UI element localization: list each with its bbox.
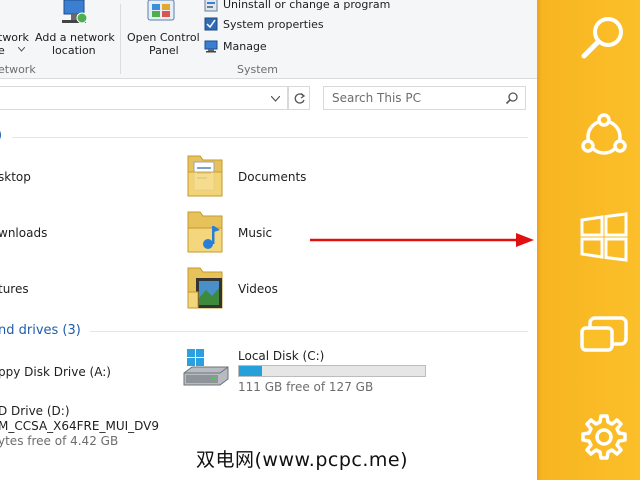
address-bar[interactable]	[0, 86, 288, 110]
control-panel-icon	[147, 0, 175, 21]
add-network-label-1: Add a network	[35, 31, 115, 44]
search-icon[interactable]	[505, 91, 519, 105]
folders-section-header[interactable]: )	[0, 128, 2, 143]
map-network-drive-label-1: twork	[0, 31, 29, 44]
floppy-drive[interactable]: ppy Disk Drive (A:)	[0, 365, 111, 379]
refresh-icon	[294, 93, 306, 104]
share-icon	[581, 113, 627, 155]
videos-folder-icon	[187, 267, 223, 309]
dvd-volume-label: M_CCSA_X64FRE_MUI_DV9	[0, 419, 160, 433]
devices-icon	[580, 316, 628, 352]
charm-share[interactable]	[574, 106, 634, 166]
charm-start[interactable]	[574, 206, 634, 266]
folder-videos[interactable]: Videos	[184, 262, 334, 314]
local-disk-c[interactable]: Local Disk (C:) 111 GB free of 127 GB	[182, 345, 432, 394]
dvd-drive-label: D Drive (D:)	[0, 404, 70, 418]
add-network-label-2: location	[52, 44, 96, 57]
charms-bar	[537, 0, 640, 480]
map-network-drive-label-2: e	[0, 44, 5, 57]
add-network-location-button[interactable]: Add a network location	[34, 0, 115, 60]
drives-section-header[interactable]: nd drives (3)	[0, 323, 81, 338]
local-disk-free-space: 111 GB free of 127 GB	[238, 380, 374, 394]
hard-drive-icon	[183, 349, 229, 386]
documents-folder-icon	[187, 155, 223, 197]
system-group-label: System	[237, 63, 279, 76]
local-disk-label: Local Disk (C:)	[238, 349, 325, 363]
uninstall-label: Uninstall or change a program	[223, 0, 391, 11]
open-control-panel-button[interactable]: Open Control Panel	[124, 0, 202, 60]
search-icon	[581, 17, 623, 59]
folder-pictures[interactable]: tures	[0, 282, 29, 296]
charm-settings[interactable]	[574, 406, 634, 466]
network-group-label: etwork	[0, 63, 36, 76]
disk-usage-bar	[238, 365, 426, 377]
system-properties-icon	[204, 17, 218, 31]
refresh-button[interactable]	[288, 86, 310, 110]
documents-label: Documents	[238, 170, 307, 184]
watermark-text: 双电网(www.pcpc.me)	[196, 449, 408, 471]
dvd-free-space: ytes free of 4.42 GB	[0, 434, 119, 448]
network-location-icon	[62, 0, 88, 24]
section-divider	[90, 331, 528, 332]
music-folder-icon	[187, 211, 223, 253]
folder-downloads[interactable]: wnloads	[0, 226, 47, 240]
dvd-drive[interactable]: D Drive (D:) M_CCSA_X64FRE_MUI_DV9 ytes …	[0, 404, 168, 450]
open-cp-label-1: Open Control	[127, 31, 200, 44]
computer-management-icon	[204, 40, 218, 53]
annotation-arrow	[310, 233, 534, 247]
settings-icon	[581, 414, 627, 460]
ribbon: twork e Add a network location etwork Op…	[0, 0, 540, 79]
manage-label: Manage	[223, 40, 267, 53]
disk-usage-fill	[239, 366, 263, 376]
search-input[interactable]: Search This PC	[332, 91, 421, 105]
uninstall-icon	[204, 0, 218, 12]
charm-devices[interactable]	[574, 306, 634, 366]
music-label: Music	[238, 226, 273, 240]
open-cp-label-2: Panel	[149, 44, 179, 57]
system-properties-label: System properties	[223, 18, 324, 31]
chevron-down-icon[interactable]	[271, 96, 280, 102]
folder-documents[interactable]: Documents	[184, 150, 334, 202]
windows-start-icon	[580, 212, 628, 262]
videos-label: Videos	[238, 282, 278, 296]
ribbon-separator	[120, 4, 121, 74]
chevron-down-icon	[18, 47, 25, 52]
section-divider	[12, 137, 528, 138]
search-box[interactable]: Search This PC	[323, 86, 526, 110]
charm-search[interactable]	[574, 8, 634, 68]
folder-desktop[interactable]: sktop	[0, 170, 31, 184]
